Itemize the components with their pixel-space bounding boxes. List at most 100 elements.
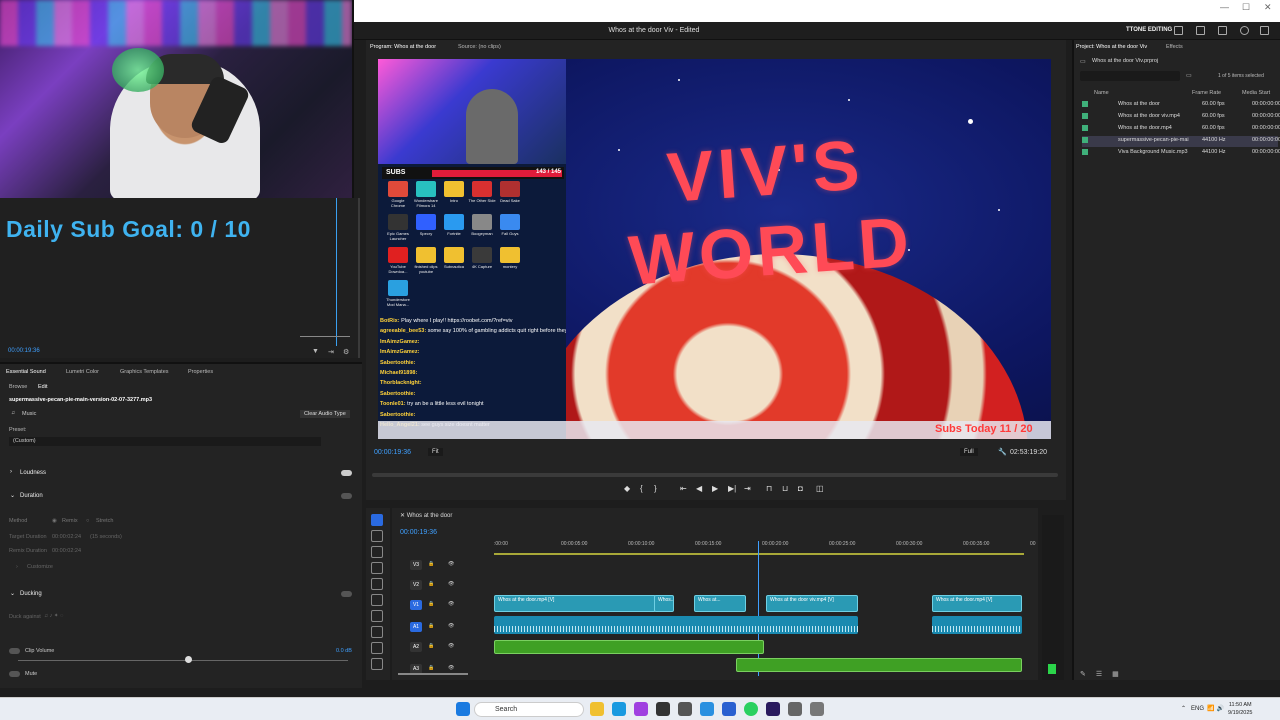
subtab-edit[interactable]: Edit xyxy=(38,384,47,390)
video-clip[interactable]: Whos at the door.mp4 [V] xyxy=(494,595,656,612)
sequence-tab[interactable]: ✕ Whos at the door xyxy=(400,512,452,519)
loudness-section[interactable]: Loudness xyxy=(20,470,46,476)
pen-icon[interactable] xyxy=(371,594,383,606)
bin-icon[interactable]: ▭ xyxy=(1186,72,1192,79)
toggle-output-icon[interactable]: 👁 xyxy=(448,561,454,567)
track-target[interactable]: A2 xyxy=(410,642,422,652)
tab-program[interactable]: Program: Whos at the door xyxy=(370,44,436,50)
ducking-toggle[interactable] xyxy=(341,591,352,597)
music-clip[interactable] xyxy=(494,640,764,654)
timeline-timecode[interactable]: 00:00:19:36 xyxy=(400,529,437,536)
lock-icon[interactable]: 🔒 xyxy=(428,561,434,567)
desktop-app-icon[interactable] xyxy=(444,214,464,230)
col-name[interactable]: Name xyxy=(1094,90,1109,96)
program-scrub-bar[interactable] xyxy=(372,473,1058,477)
settings-icon[interactable]: ⚙ xyxy=(343,348,349,356)
clock[interactable]: 11:50 AM 9/19/2025 xyxy=(1228,701,1252,717)
loudness-toggle[interactable] xyxy=(341,470,352,476)
quality-select[interactable]: Full xyxy=(960,448,978,456)
toggle-output-icon[interactable]: 👁 xyxy=(448,581,454,587)
desktop-app-icon[interactable] xyxy=(388,214,408,230)
track-select-icon[interactable] xyxy=(371,530,383,542)
settings-icon[interactable] xyxy=(788,702,802,716)
chevron-right-icon[interactable]: › xyxy=(10,469,12,475)
desktop-app-icon[interactable] xyxy=(472,181,492,197)
mark-out-icon[interactable]: } xyxy=(654,484,657,493)
video-clip[interactable]: Whos... xyxy=(654,595,674,612)
premiere-icon[interactable] xyxy=(766,702,780,716)
panel-icon[interactable] xyxy=(1174,26,1183,35)
work-area-bar[interactable] xyxy=(494,553,1024,555)
play-icon[interactable]: ▶ xyxy=(712,484,718,493)
video-clip[interactable]: Whos at... xyxy=(694,595,746,612)
video-clip[interactable]: Whos at the door.mp4 [V] xyxy=(932,595,1022,612)
duck-icons[interactable]: ♫ ♪ ✦ ◌ xyxy=(44,613,63,619)
time-ruler[interactable]: :00:00 00:00:05:00 00:00:10:00 00:00:15:00 0… xyxy=(494,541,1036,555)
minimize-icon[interactable]: — xyxy=(1220,2,1229,12)
maximize-icon[interactable]: ☐ xyxy=(1242,2,1250,13)
desktop-app-icon[interactable] xyxy=(500,247,520,263)
tab-essential-sound[interactable]: Essential Sound xyxy=(6,369,46,375)
customize-expander[interactable]: › xyxy=(16,564,18,570)
obs-icon[interactable] xyxy=(656,702,670,716)
project-search[interactable] xyxy=(1080,71,1180,81)
tab-source[interactable]: Source: (no clips) xyxy=(458,44,501,50)
col-frame-rate[interactable]: Frame Rate xyxy=(1192,90,1221,96)
tab-properties[interactable]: Properties xyxy=(188,369,213,375)
desktop-app-icon[interactable] xyxy=(444,247,464,263)
razor-icon[interactable] xyxy=(371,562,383,574)
share-icon[interactable] xyxy=(1196,26,1205,35)
clip-volume-slider[interactable] xyxy=(18,660,348,661)
track-target[interactable]: V3 xyxy=(410,560,422,570)
tab-graphics[interactable]: Graphics Templates xyxy=(120,369,169,375)
desktop-app-icon[interactable] xyxy=(416,247,436,263)
hand-icon[interactable] xyxy=(371,626,383,638)
project-item[interactable]: Whos at the door viv.mp4 60.00 fps 00:00:0… xyxy=(1082,112,1280,123)
explorer-icon[interactable] xyxy=(590,702,604,716)
list-view-icon[interactable]: ☰ xyxy=(1096,671,1102,678)
lift-icon[interactable]: ⊓ xyxy=(766,484,772,493)
program-timecode[interactable]: 00:00:19:36 xyxy=(374,449,411,456)
duration-toggle[interactable] xyxy=(341,493,352,499)
project-item[interactable]: Whos at the door 60.00 fps 00:00:00:00 xyxy=(1082,100,1280,111)
desktop-app-icon[interactable] xyxy=(500,214,520,230)
duration-section[interactable]: Duration xyxy=(20,493,43,499)
chrome-icon[interactable] xyxy=(678,702,692,716)
workspace-name[interactable]: TTONE EDITING xyxy=(1126,27,1172,33)
desktop-app-icon[interactable] xyxy=(472,214,492,230)
rectangle-icon[interactable] xyxy=(371,610,383,622)
timeline-zoom-slider[interactable] xyxy=(398,673,468,675)
marker-icon[interactable]: ◆ xyxy=(624,484,630,493)
chevron-down-icon[interactable]: ⌄ xyxy=(10,590,15,597)
project-item[interactable]: Whos at the door.mp4 60.00 fps 00:00:00:00 xyxy=(1082,124,1280,135)
steam-icon[interactable] xyxy=(700,702,714,716)
ducking-section[interactable]: Ducking xyxy=(20,591,42,597)
tab-lumetri[interactable]: Lumetri Color xyxy=(66,369,99,375)
wrench-icon[interactable]: 🔧 xyxy=(998,448,1007,456)
remix-radio[interactable]: ◉ xyxy=(52,518,57,524)
system-tray[interactable]: ⌃ ENG 📶 🔊 xyxy=(1181,705,1224,712)
track-target[interactable]: V2 xyxy=(410,580,422,590)
desktop-app-icon[interactable] xyxy=(388,247,408,263)
desktop-app-icon[interactable] xyxy=(416,214,436,230)
video-preview[interactable]: VIV'S WORLD SUBS 143 / 145 Google Chrome… xyxy=(378,59,1051,439)
project-item[interactable]: Viva Background Music.mp3 44100 Hz 00:00:0… xyxy=(1082,148,1280,159)
start-icon[interactable] xyxy=(456,702,470,716)
taskbar-search[interactable]: Search xyxy=(474,702,584,717)
music-clip[interactable] xyxy=(736,658,1022,672)
fullscreen-icon[interactable] xyxy=(1260,26,1269,35)
lang-indicator[interactable]: ENG xyxy=(1191,706,1204,712)
desktop-app-icon[interactable] xyxy=(472,247,492,263)
fit-select[interactable]: Fit xyxy=(428,448,443,456)
clip-volume-handle[interactable] xyxy=(185,656,192,663)
step-back-icon[interactable]: ◀ xyxy=(696,484,702,493)
grid-icon[interactable] xyxy=(1218,26,1227,35)
filter-icon[interactable]: ▼ xyxy=(312,348,319,355)
app-icon[interactable] xyxy=(634,702,648,716)
track-target[interactable]: A1 xyxy=(410,622,422,632)
tab-project[interactable]: Project: Whos at the door Viv xyxy=(1076,44,1147,50)
desktop-app-icon[interactable] xyxy=(416,181,436,197)
extract-icon[interactable]: ⊔ xyxy=(782,484,788,493)
toggle-output-icon[interactable]: 👁 xyxy=(448,601,454,607)
desktop-app-icon[interactable] xyxy=(388,280,408,296)
